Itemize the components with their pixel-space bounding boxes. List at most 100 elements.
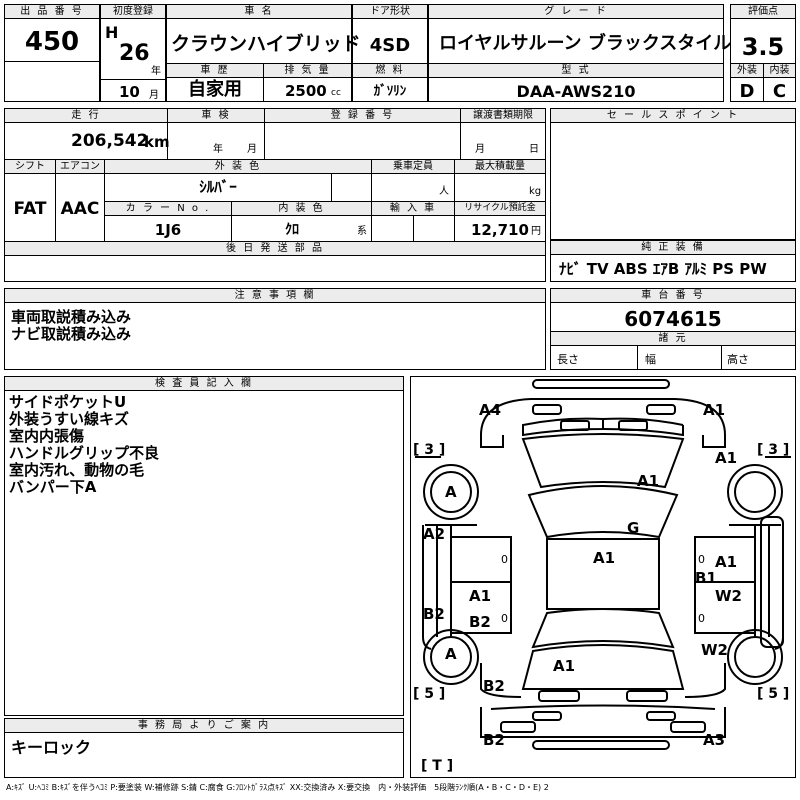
chassis-number: 6074615	[624, 307, 722, 331]
regno-label: 登 録 番 号	[265, 109, 460, 123]
mileage-value: 206,542	[71, 131, 149, 151]
lot-label: 出 品 番 号	[5, 5, 99, 19]
load-label: 最大積載量	[455, 160, 545, 174]
grade-box: グ レ ー ド ロイヤルサルーン ブラックスタイル 型 式 DAA-AWS210	[428, 4, 731, 102]
mark-a1-right-door: A1	[715, 553, 738, 571]
mark-a1-left-door: A1	[469, 587, 492, 605]
inspector-box: 検 査 員 記 入 欄 サイドポケットU 外装うすい線キズ 室内内張傷 ハンドル…	[4, 376, 404, 716]
inspector-label: 検 査 員 記 入 欄	[5, 377, 403, 391]
mark-a1-hood: A1	[637, 472, 660, 490]
transfer-day: 日	[529, 144, 539, 155]
inspector-line-3: 室内内張傷	[9, 427, 85, 445]
door-box: ドア形状 4SD 燃 料 ｶﾞｿﾘﾝ	[352, 4, 428, 102]
displacement-label: 排 気 量	[264, 64, 351, 78]
capacity-unit: 人	[439, 186, 449, 197]
fuel-label: 燃 料	[353, 64, 427, 78]
shift-label: シフト	[5, 160, 55, 174]
shift-value: FAT	[13, 199, 47, 219]
office-box: 事 務 局 よ り ご 案 内 キーロック	[4, 718, 404, 778]
zero-marker-2: 0	[698, 553, 705, 566]
era: H	[105, 23, 119, 42]
displacement-value: 2500	[285, 82, 327, 100]
exterior-label: 外装	[731, 64, 763, 78]
grade-value: ロイヤルサルーン ブラックスタイル	[439, 33, 732, 54]
reg-month: 10	[119, 83, 140, 101]
mark-g-windshield: G	[627, 519, 640, 537]
interior-label: 内装	[764, 64, 795, 78]
dims-label: 諸 元	[551, 332, 795, 346]
mark-w2-right-rear: W2	[701, 641, 728, 659]
month-unit: 月	[149, 90, 159, 101]
note-line-2: ナビ取説積み込み	[11, 325, 132, 343]
import-label: 輸 入 車	[372, 202, 454, 216]
transfer-label: 譲渡書類期限	[461, 109, 545, 123]
interior-color-value: ｸﾛ	[285, 222, 299, 238]
inspector-line-5: 室内汚れ、動物の毛	[9, 461, 145, 479]
model-value: DAA-AWS210	[516, 82, 636, 101]
mark-a-rear-wheel: A	[445, 645, 457, 663]
mark-a-front-wheel: A	[445, 483, 457, 501]
transfer-month: 月	[475, 144, 485, 155]
registration-label: 初度登録	[101, 5, 165, 19]
mileage-unit: km	[144, 133, 170, 151]
mark-w2-right-door: W2	[715, 587, 742, 605]
mileage-label: 走 行	[5, 109, 167, 123]
mark-a1-front-right: A1	[703, 401, 726, 419]
notes-label: 注 意 事 項 欄	[5, 289, 545, 303]
fuel-value: ｶﾞｿﾘﾝ	[373, 84, 407, 99]
mark-a2-left: A2	[423, 525, 446, 543]
lot-box: 出 品 番 号 450	[4, 4, 100, 102]
color-value: ｼﾙﾊﾞｰ	[199, 178, 237, 196]
interior-grade: C	[772, 81, 787, 102]
note-line-1: 車両取説積み込み	[11, 308, 132, 326]
length-label: 長さ	[557, 353, 579, 366]
registration-box: 初度登録 H 26 年 10 月	[100, 4, 166, 102]
equipment-label: 純 正 装 備	[551, 241, 795, 255]
interior-color-label: 内 装 色	[232, 202, 371, 216]
bracket-rr: [ 5 ]	[757, 686, 790, 702]
mark-a1-right-fender: A1	[715, 449, 738, 467]
ac-value: AAC	[60, 199, 100, 219]
mark-b2-rear-bumper: B2	[483, 731, 505, 749]
recycle-label: リサイクル預託金	[455, 202, 545, 216]
mark-a1-roof: A1	[593, 549, 616, 567]
parts-label: 後 日 発 送 部 品	[5, 242, 545, 256]
colorno-value: 1J6	[154, 221, 182, 239]
notes-box: 注 意 事 項 欄 車両取説積み込み ナビ取説積み込み	[4, 288, 546, 370]
reg-year: 26	[119, 41, 150, 66]
score-box: 評価点 3.5 外装 内装 D C	[730, 4, 796, 102]
history-value: 自家用	[188, 79, 242, 100]
office-value: キーロック	[11, 738, 92, 757]
mark-a1-trunk: A1	[553, 657, 576, 675]
height-label: 高さ	[727, 353, 749, 366]
zero-marker-3: 0	[501, 612, 508, 625]
damage-diagram: [ 3 ] [ 3 ] [ 5 ] [ 5 ] [ T ] A4 A1 A1 A…	[410, 376, 796, 778]
mark-b2-left-rear: B2	[483, 677, 505, 695]
door-value: 4SD	[369, 35, 411, 56]
interior-color-unit: 系	[357, 226, 367, 237]
spec-table: 走 行 車 検 登 録 番 号 譲渡書類期限 206,542 km 年 月 月 …	[4, 108, 546, 282]
displacement-unit: cc	[331, 88, 341, 98]
colorno-label: カ ラ ー N o .	[105, 202, 231, 216]
mark-a3-rear-bumper: A3	[703, 731, 726, 749]
zero-marker-4: 0	[698, 612, 705, 625]
office-label: 事 務 局 よ り ご 案 内	[5, 719, 403, 733]
ac-label: エアコン	[56, 160, 104, 174]
inspector-line-4: ハンドルグリップ不良	[9, 444, 160, 462]
inspector-line-1: サイドポケットU	[9, 393, 127, 411]
grade-label: グ レ ー ド	[429, 5, 723, 19]
bracket-rl: [ 5 ]	[413, 686, 446, 702]
mark-a4-front-left: A4	[479, 401, 502, 419]
inspection-year: 年	[213, 144, 223, 155]
equipment-box: 純 正 装 備 ﾅﾋﾞ TV ABS ｴｱB ｱﾙﾐ PS PW	[550, 240, 796, 282]
inspector-line-6: バンパー下A	[9, 478, 97, 496]
legend: A:ｷｽﾞ U:ﾍｺﾐ B:ｷｽﾞを伴うﾍｺﾐ P:要塗装 W:補修跡 S:錆 …	[6, 783, 549, 792]
color-label: 外 装 色	[105, 160, 371, 174]
lot-number: 450	[24, 27, 80, 57]
door-label: ドア形状	[353, 5, 427, 19]
bracket-fl: [ 3 ]	[413, 442, 446, 458]
model-label: 型 式	[429, 64, 723, 78]
bracket-fr: [ 3 ]	[757, 442, 790, 458]
car-outline-diagram	[415, 379, 791, 750]
score-value: 3.5	[741, 33, 785, 61]
